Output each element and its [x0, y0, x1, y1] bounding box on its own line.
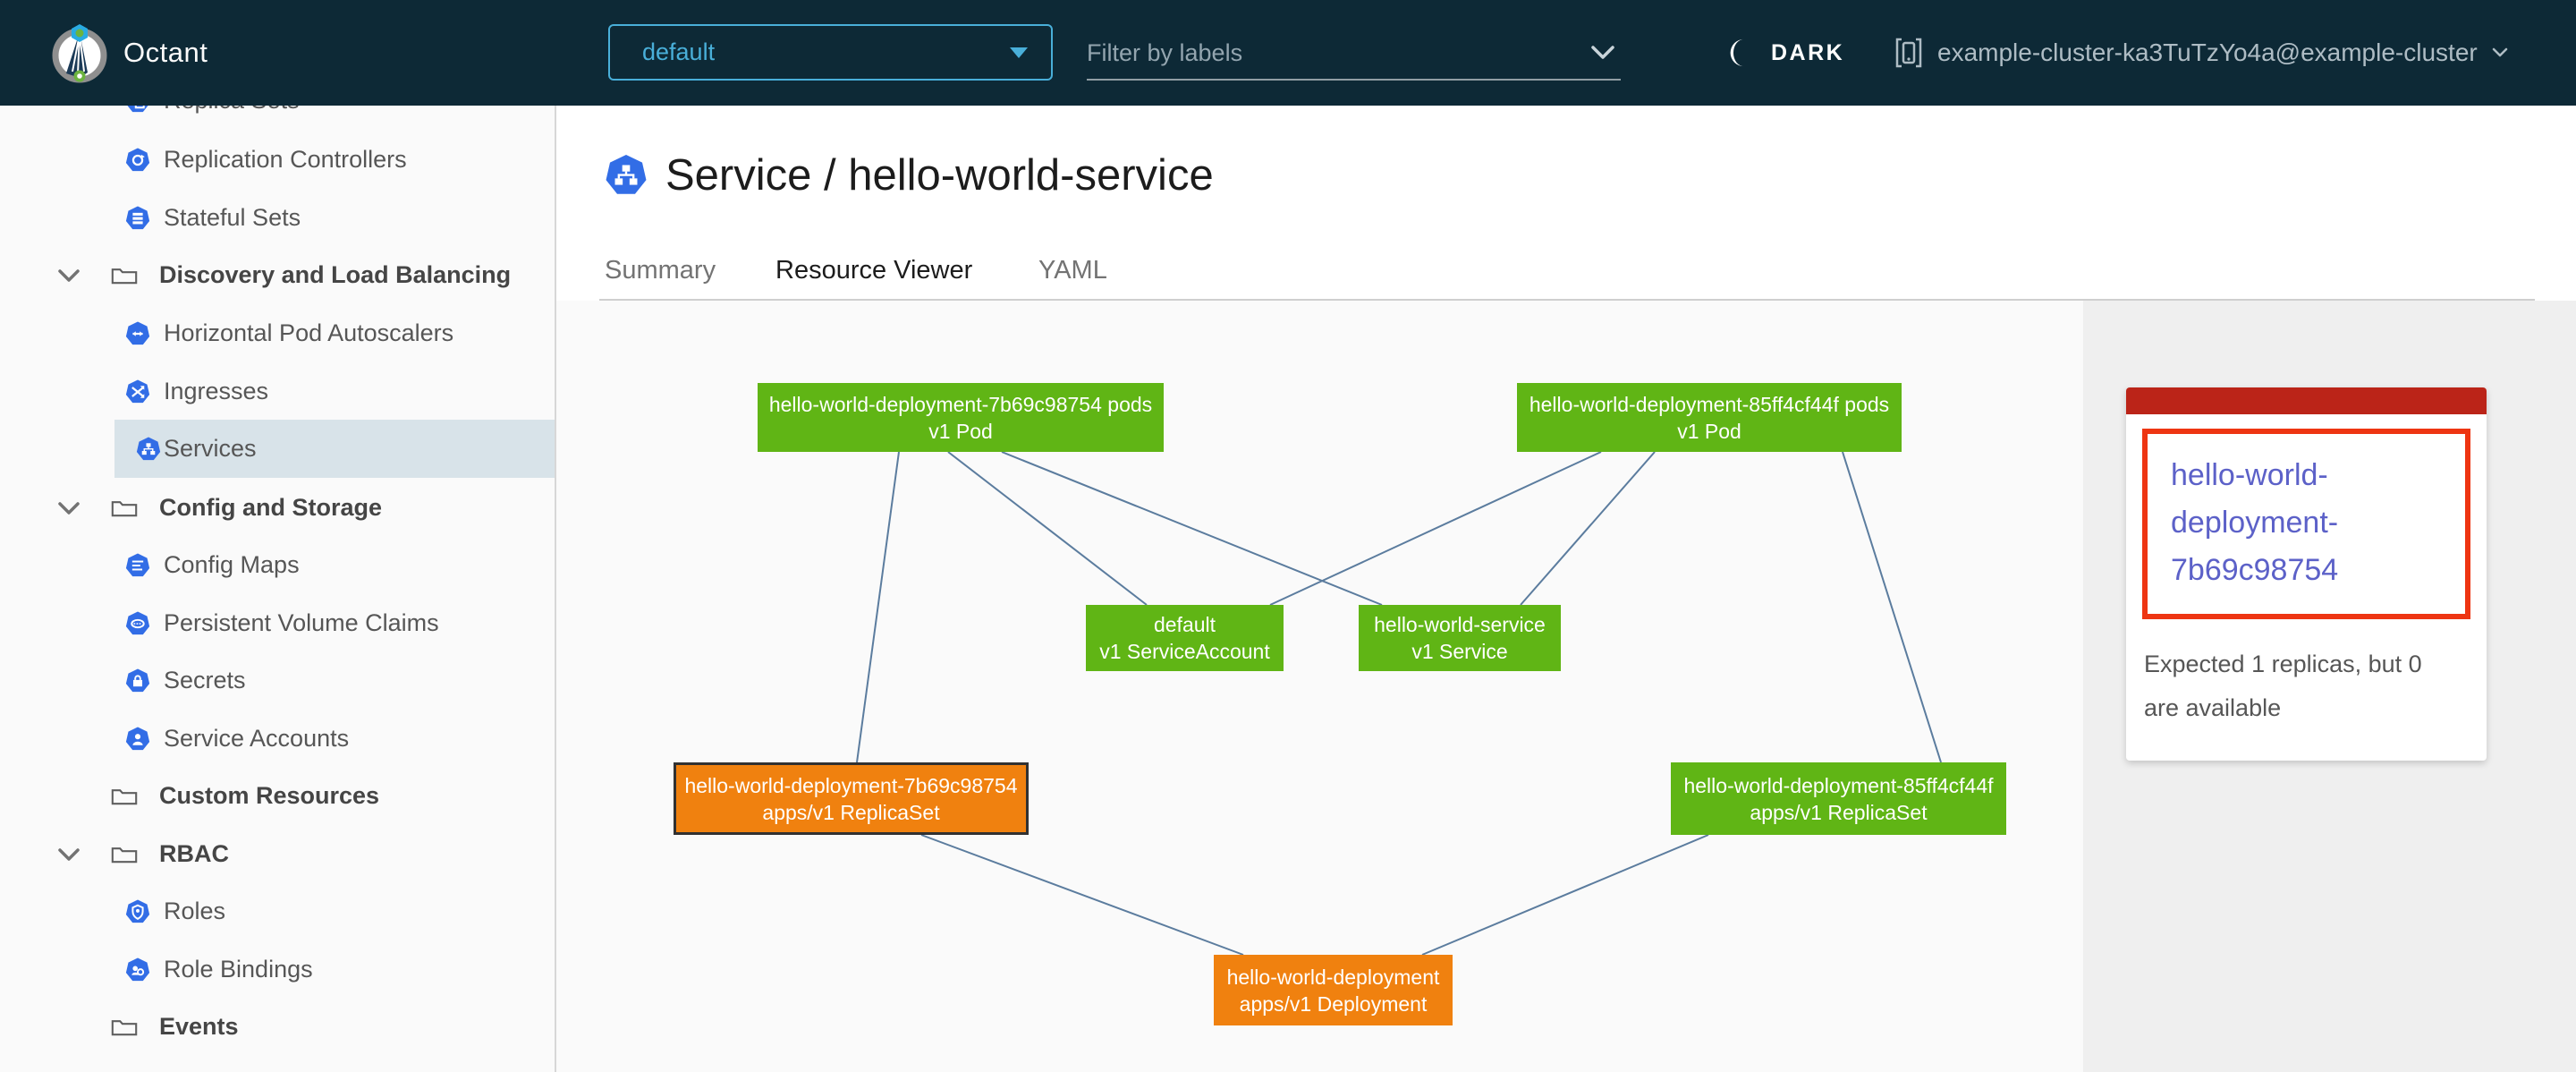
sidebar-item-stateful-sets[interactable]: Stateful Sets: [0, 189, 556, 247]
chevron-down-icon[interactable]: [57, 268, 80, 284]
graph-node-service-hello-world[interactable]: hello-world-service v1 Service: [1359, 605, 1561, 671]
sidebar-item-services[interactable]: Services: [114, 420, 556, 478]
roles-icon: [125, 899, 150, 924]
alert-box: hello-world-deployment-7b69c98754: [2142, 429, 2470, 619]
chevron-down-icon[interactable]: [57, 847, 80, 863]
page-title: Service / hello-world-service: [605, 150, 1214, 200]
graph-node-deployment-hello-world[interactable]: hello-world-deployment apps/v1 Deploymen…: [1214, 955, 1453, 1025]
sidebar-item-persistent-volume-claims[interactable]: Persistent Volume Claims: [0, 594, 556, 652]
sidebar-navigation: Replica Sets Replication Controllers Sta…: [0, 106, 556, 1072]
graph-node-pods-85ff4cf44f[interactable]: hello-world-deployment-85ff4cf44f pods v…: [1517, 383, 1902, 452]
namespace-dropdown[interactable]: default: [608, 24, 1053, 81]
sidebar-group-rbac[interactable]: RBAC: [0, 825, 556, 883]
octant-logo-icon: [48, 21, 111, 84]
sidebar-item-roles[interactable]: Roles: [0, 882, 556, 940]
tab-bar: Summary Resource Viewer YAML: [605, 256, 1146, 305]
service-accounts-icon: [125, 727, 150, 752]
tab-yaml[interactable]: YAML: [1038, 256, 1146, 305]
horizontal-pod-autoscalers-icon: [125, 321, 150, 346]
filter-chevron-down-icon[interactable]: [1590, 45, 1615, 61]
tab-summary[interactable]: Summary: [605, 256, 775, 305]
dropdown-caret-icon: [1010, 47, 1028, 58]
sidebar-group-config-and-storage[interactable]: Config and Storage: [0, 479, 556, 537]
tab-resource-viewer[interactable]: Resource Viewer: [775, 256, 1038, 305]
graph-node-replicaset-85ff4cf44f[interactable]: hello-world-deployment-85ff4cf44f apps/v…: [1671, 762, 2006, 835]
chevron-down-icon[interactable]: [57, 500, 80, 516]
cluster-context-switcher[interactable]: example-cluster-ka3TuTzYo4a@example-clus…: [1894, 0, 2508, 106]
sidebar-item-config-maps[interactable]: Config Maps: [0, 536, 556, 594]
service-resource-icon: [605, 154, 648, 197]
page-title-text: Service / hello-world-service: [665, 150, 1214, 200]
app-header: Octant default DARK example-clust: [0, 0, 2576, 106]
folder-icon: [111, 842, 138, 866]
ingresses-icon: [125, 379, 150, 404]
replica-sets-icon: [125, 106, 150, 114]
secrets-icon: [125, 668, 150, 693]
folder-icon: [111, 496, 138, 520]
replication-controllers-icon: [125, 148, 150, 173]
graph-node-replicaset-7b69c98754[interactable]: hello-world-deployment-7b69c98754 apps/v…: [674, 762, 1029, 835]
folder-icon: [111, 263, 138, 287]
moon-icon: [1724, 36, 1757, 70]
node-detail-card: hello-world-deployment-7b69c98754 Expect…: [2126, 387, 2487, 761]
node-detail-panel: hello-world-deployment-7b69c98754 Expect…: [2083, 301, 2576, 1072]
label-filter: [1087, 27, 1621, 81]
graph-node-serviceaccount-default[interactable]: default v1 ServiceAccount: [1086, 605, 1284, 671]
sidebar-group-custom-resources[interactable]: Custom Resources: [0, 767, 556, 825]
sidebar-item-replica-sets[interactable]: Replica Sets: [0, 106, 556, 130]
cluster-context-label: example-cluster-ka3TuTzYo4a@example-clus…: [1937, 38, 2478, 67]
resource-viewer-graph: hello-world-deployment-7b69c98754 pods v…: [556, 301, 2083, 1072]
main-content: Service / hello-world-service Summary Re…: [556, 106, 2576, 1072]
sidebar-group-discovery-and-load-balancing[interactable]: Discovery and Load Balancing: [0, 246, 556, 304]
sidebar-item-service-accounts[interactable]: Service Accounts: [0, 710, 556, 768]
app-title: Octant: [123, 0, 208, 106]
label-filter-input[interactable]: [1087, 39, 1590, 67]
services-icon: [136, 437, 161, 462]
sidebar-item-ingresses[interactable]: Ingresses: [0, 362, 556, 421]
stateful-sets-icon: [125, 206, 150, 231]
theme-toggle-label: DARK: [1771, 40, 1844, 66]
context-chevron-down-icon: [2492, 47, 2508, 58]
octant-app: Octant default DARK example-clust: [0, 0, 2576, 1072]
graph-node-pods-7b69c98754[interactable]: hello-world-deployment-7b69c98754 pods v…: [758, 383, 1164, 452]
cluster-icon: [1894, 37, 1923, 69]
sidebar-item-secrets[interactable]: Secrets: [0, 651, 556, 710]
status-bar-error: [2126, 387, 2487, 414]
role-bindings-icon: [125, 957, 150, 983]
folder-icon: [111, 1015, 138, 1039]
folder-icon: [111, 784, 138, 808]
sidebar-item-replication-controllers[interactable]: Replication Controllers: [0, 131, 556, 189]
sidebar-item-role-bindings[interactable]: Role Bindings: [0, 940, 556, 999]
namespace-dropdown-value: default: [642, 38, 1010, 66]
alert-message: Expected 1 replicas, but 0 are available: [2144, 642, 2439, 730]
resource-link[interactable]: hello-world-deployment-7b69c98754: [2171, 452, 2456, 594]
persistent-volume-claims-icon: [125, 611, 150, 636]
config-maps-icon: [125, 553, 150, 578]
theme-toggle-button[interactable]: DARK: [1724, 0, 1844, 106]
sidebar-item-horizontal-pod-autoscalers[interactable]: Horizontal Pod Autoscalers: [0, 304, 556, 362]
sidebar-group-events[interactable]: Events: [0, 998, 556, 1056]
